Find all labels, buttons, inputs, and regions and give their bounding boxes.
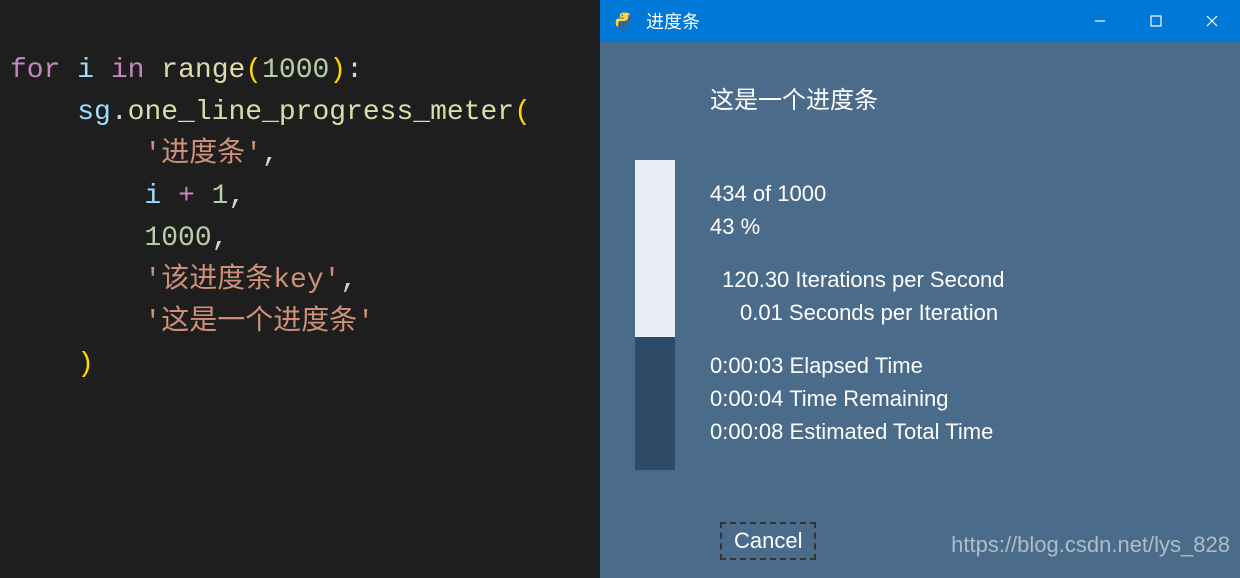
python-icon: [614, 11, 634, 31]
maximize-button[interactable]: [1128, 0, 1184, 42]
paren-open: (: [245, 55, 262, 86]
dot: .: [111, 97, 128, 128]
minimize-icon: [1093, 14, 1107, 28]
maximize-icon: [1149, 14, 1163, 28]
func-range: range: [161, 55, 245, 86]
arg-i: i: [144, 181, 161, 212]
estimated-total: 0:00:08 Estimated Total Time: [710, 415, 1005, 448]
paren-close: ): [329, 55, 346, 86]
paren-open-2: (: [514, 97, 531, 128]
method-name: one_line_progress_meter: [128, 97, 514, 128]
elapsed-time: 0:00:03 Elapsed Time: [710, 349, 1005, 382]
window-title: 进度条: [646, 8, 1072, 34]
window-body: 这是一个进度条 434 of 1000 43 % 120.30 Iteratio…: [600, 42, 1240, 578]
arg-one: 1: [212, 181, 229, 212]
titlebar[interactable]: 进度条: [600, 0, 1240, 42]
seconds-per-iteration: 0.01 Seconds per Iteration: [710, 296, 1005, 329]
progress-heading: 这是一个进度条: [710, 80, 878, 115]
count-text: 434 of 1000: [710, 177, 1005, 210]
arg-key: '该进度条key': [144, 265, 340, 296]
percent-text: 43 %: [710, 210, 1005, 243]
progress-stats: 434 of 1000 43 % 120.30 Iterations per S…: [710, 177, 1005, 468]
arg-msg: '这是一个进度条': [144, 307, 374, 338]
keyword-for: for: [10, 55, 60, 86]
comma: ,: [228, 181, 245, 212]
time-remaining: 0:00:04 Time Remaining: [710, 382, 1005, 415]
colon: :: [346, 55, 363, 86]
progress-bar: [635, 160, 675, 470]
iterations-per-second: 120.30 Iterations per Second: [710, 263, 1005, 296]
var-i: i: [77, 55, 94, 86]
close-button[interactable]: [1184, 0, 1240, 42]
op-plus: +: [178, 181, 195, 212]
comma: ,: [212, 223, 229, 254]
watermark-text: https://blog.csdn.net/lys_828: [951, 532, 1230, 558]
comma: ,: [340, 265, 357, 296]
code-editor: for i in range(1000): sg.one_line_progre…: [0, 0, 600, 578]
window-controls: [1072, 0, 1240, 42]
paren-close-2: ): [77, 349, 94, 380]
obj-sg: sg: [77, 97, 111, 128]
comma: ,: [262, 139, 279, 170]
minimize-button[interactable]: [1072, 0, 1128, 42]
close-icon: [1205, 14, 1219, 28]
range-arg: 1000: [262, 55, 329, 86]
progress-fill: [635, 160, 675, 337]
keyword-in: in: [111, 55, 145, 86]
progress-window: 进度条 这是一个进度条 434 of 1000 43 % 12: [600, 0, 1240, 578]
cancel-button[interactable]: Cancel: [720, 522, 816, 560]
arg-title: '进度条': [144, 139, 262, 170]
arg-max: 1000: [144, 223, 211, 254]
